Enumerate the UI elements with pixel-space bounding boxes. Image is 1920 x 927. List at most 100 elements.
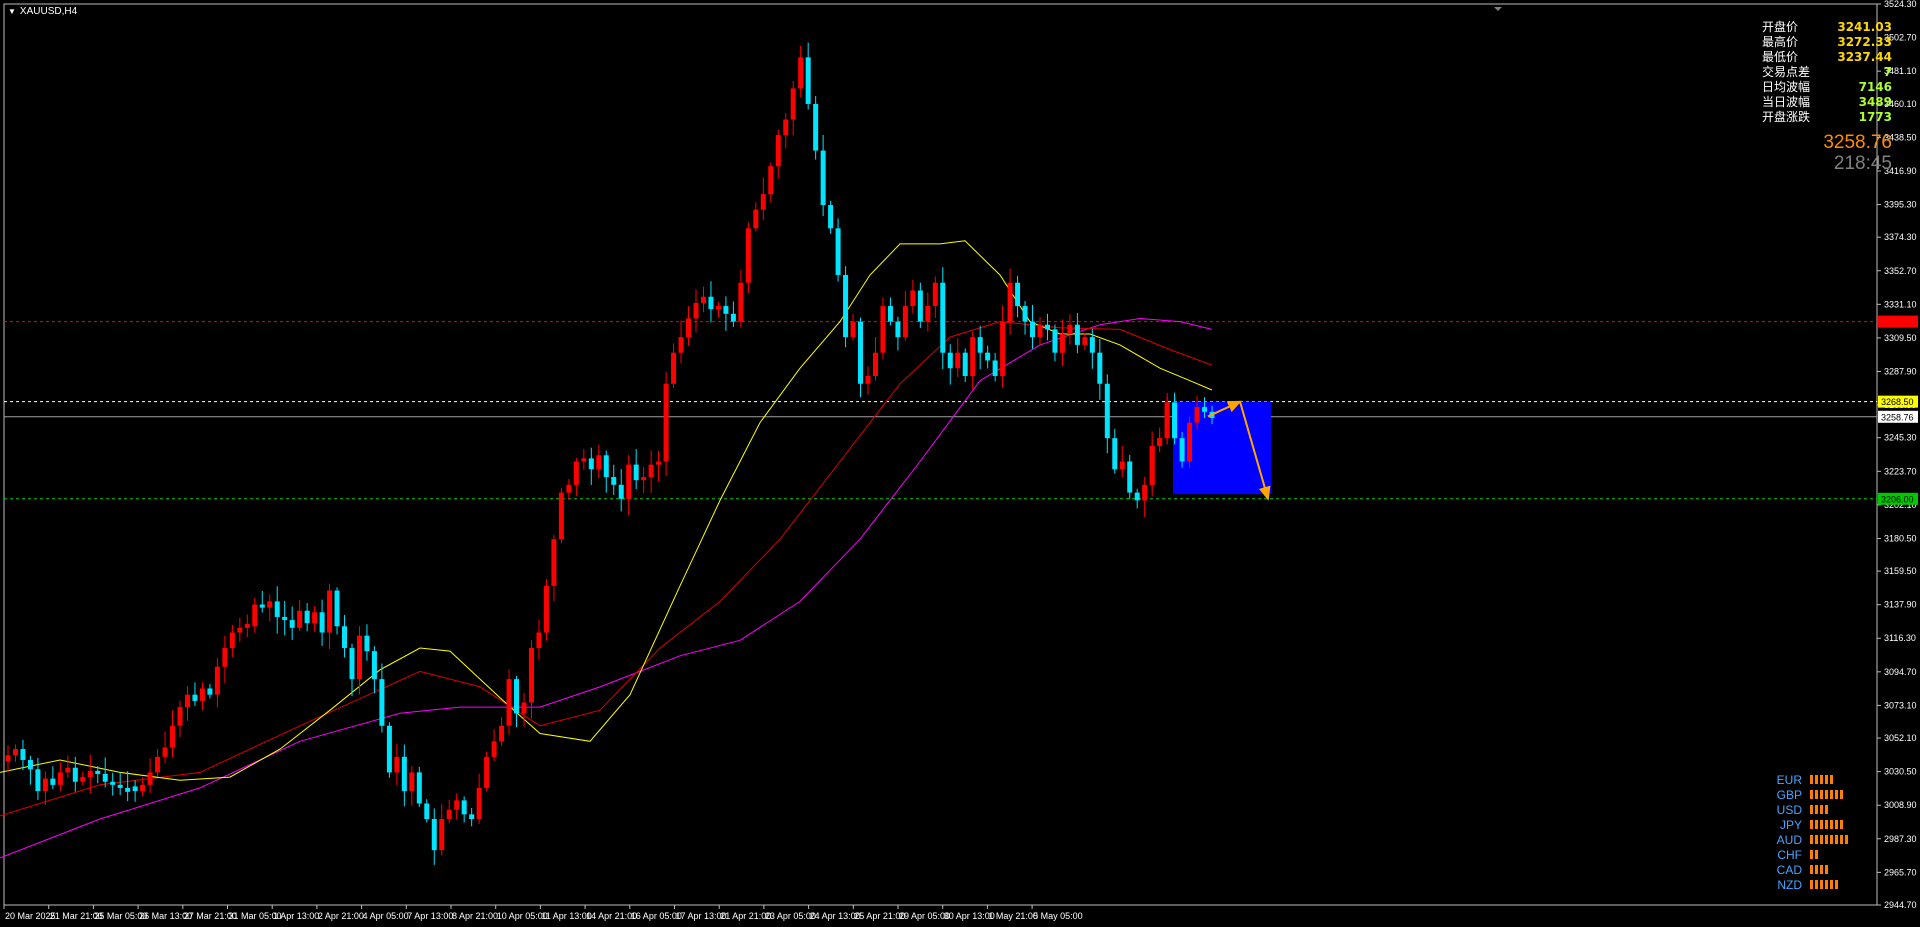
strength-bar <box>1845 835 1848 844</box>
current-price: 3258.76 <box>1823 132 1892 153</box>
candle-body <box>170 725 176 748</box>
price-chart[interactable]: 3524.303502.703481.103460.103438.503416.… <box>0 0 1920 927</box>
candle-body <box>760 194 766 210</box>
candle-body <box>162 747 168 757</box>
price-axis-label: 3374.30 <box>1884 232 1917 242</box>
price-axis-label: 3116.30 <box>1884 633 1916 643</box>
time-axis-label: 20 Mar 2025 <box>5 911 56 921</box>
candle-body <box>1044 324 1050 330</box>
strength-bar <box>1840 820 1843 829</box>
info-label: 当日波幅 <box>1762 95 1811 109</box>
strength-bar <box>1815 865 1818 874</box>
info-row: 当日波幅 3489 <box>1752 95 1892 110</box>
candle-body <box>1104 383 1110 439</box>
candle-body <box>1157 438 1163 446</box>
candle-body <box>865 375 871 384</box>
candle-body <box>57 772 63 785</box>
candle-body <box>1164 402 1170 439</box>
candle-body <box>872 352 878 376</box>
price-axis-label: 3094.70 <box>1884 667 1917 677</box>
candle-body <box>312 612 318 624</box>
time-axis-label: 7 Apr 13:00 <box>407 911 453 921</box>
price-axis-label: 3223.70 <box>1884 466 1917 476</box>
collapse-triangle-icon[interactable]: ▼ <box>8 7 16 16</box>
strength-bar <box>1825 790 1828 799</box>
strength-bar <box>1815 775 1818 784</box>
candle-body <box>259 604 265 608</box>
candle-body <box>1022 306 1028 322</box>
price-axis-label: 3352.70 <box>1884 266 1917 276</box>
time-axis-label: 1 Apr 13:00 <box>273 911 319 921</box>
candle-body <box>611 477 617 485</box>
price-axis-label: 2944.70 <box>1884 900 1917 910</box>
candle-body <box>902 306 908 338</box>
shift-marker-icon <box>1494 7 1502 11</box>
price-axis-label: 3331.10 <box>1884 299 1917 309</box>
candle-body <box>671 352 677 384</box>
time-axis-label: 30 Apr 13:00 <box>944 911 995 921</box>
candle-body <box>723 306 729 314</box>
strength-bar <box>1830 820 1833 829</box>
currency-row: NZD <box>1768 877 1868 892</box>
candle-body <box>334 590 340 627</box>
candle-body <box>985 352 991 361</box>
strength-bar <box>1830 880 1833 889</box>
currency-row: EUR <box>1768 772 1868 787</box>
strength-bar <box>1825 865 1828 874</box>
candle-body <box>828 204 834 229</box>
strength-bar <box>1825 880 1828 889</box>
price-axis-label: 3073.10 <box>1884 700 1917 710</box>
time-axis-label: 1 May 21:00 <box>988 911 1038 921</box>
candle-body <box>514 679 520 714</box>
candle-body <box>1074 324 1080 345</box>
info-row: 交易点差 7 <box>1752 65 1892 80</box>
candle-body <box>80 777 86 782</box>
candle-body <box>1179 438 1185 462</box>
candle-body <box>686 318 692 338</box>
candle-body <box>925 306 931 322</box>
currency-name: CAD <box>1776 862 1802 877</box>
strength-bar <box>1815 850 1818 859</box>
strength-bar <box>1815 880 1818 889</box>
candle-body <box>1000 321 1006 376</box>
candle-body <box>887 306 893 322</box>
strength-bar <box>1815 790 1818 799</box>
candle-body <box>1015 282 1021 307</box>
candle-body <box>955 352 961 369</box>
price-axis-label: 2987.30 <box>1884 834 1917 844</box>
strength-bars <box>1810 775 1833 784</box>
strength-bar <box>1840 790 1843 799</box>
candle-body <box>319 612 325 633</box>
candle-body <box>304 610 310 624</box>
strength-bar <box>1810 775 1813 784</box>
candle-body <box>910 290 916 307</box>
candle-body <box>835 228 841 275</box>
info-value: 3272.33 <box>1837 35 1892 49</box>
symbol-label: XAUUSD,H4 <box>19 6 78 17</box>
info-label: 日均波幅 <box>1762 80 1811 94</box>
candle-body <box>603 455 609 478</box>
strength-bar <box>1810 805 1813 814</box>
info-label: 交易点差 <box>1762 65 1811 79</box>
candle-body <box>95 770 101 774</box>
strength-bar <box>1820 805 1823 814</box>
candle-body <box>110 781 116 785</box>
price-axis-label: 3137.90 <box>1884 600 1917 610</box>
candle-body <box>977 337 983 353</box>
candle-body <box>566 484 572 493</box>
currency-row: USD <box>1768 802 1868 817</box>
candle-body <box>1119 461 1125 470</box>
candle-body <box>1149 445 1155 485</box>
strength-bar <box>1820 880 1823 889</box>
candle-body <box>917 290 923 322</box>
candle-body <box>349 648 355 680</box>
candle-body <box>274 601 280 617</box>
price-tag-label: 3320.00 <box>1881 317 1914 327</box>
candle-body <box>581 458 587 462</box>
info-label: 开盘涨跌 <box>1762 110 1811 124</box>
candle-body <box>783 119 789 136</box>
candle-body <box>962 352 968 376</box>
candle-body <box>177 707 183 726</box>
candle-body <box>940 282 946 353</box>
candle-body <box>506 679 512 726</box>
